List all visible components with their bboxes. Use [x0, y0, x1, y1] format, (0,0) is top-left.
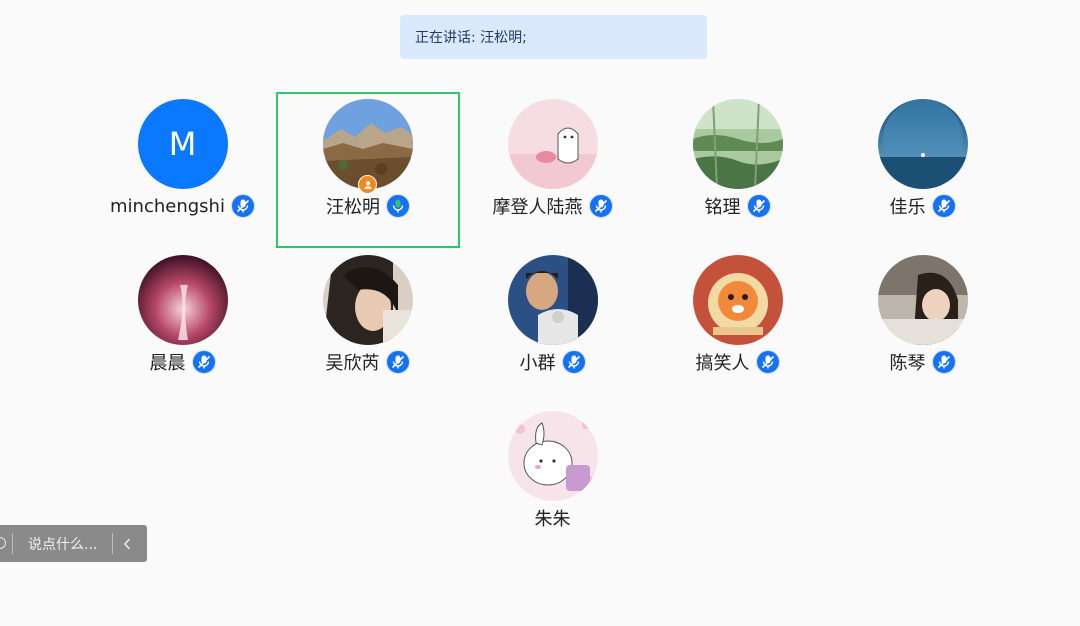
muted-mic-icon[interactable]	[931, 350, 956, 374]
muted-mic-icon[interactable]	[755, 350, 780, 374]
pink-glow-avatar	[137, 255, 228, 345]
participant-name: minchengshi	[110, 195, 225, 217]
muted-mic-icon[interactable]	[588, 194, 613, 218]
participant-tile[interactable]: 佳乐	[830, 92, 1015, 242]
participant-tile[interactable]: M minchengshi	[90, 92, 275, 242]
participant-tile[interactable]: 铭理	[645, 92, 830, 242]
muted-mic-icon[interactable]	[931, 194, 956, 218]
portrait-photo-avatar	[322, 255, 413, 345]
divider	[12, 533, 13, 554]
planet-sky-avatar	[877, 99, 968, 189]
speaking-label: 正在讲话:	[415, 30, 476, 46]
participant-tile[interactable]: 陈琴	[830, 248, 1015, 398]
muted-mic-icon[interactable]	[561, 350, 586, 374]
tiger-cartoon-avatar	[692, 255, 783, 345]
participant-name: 汪松明	[326, 197, 380, 218]
muted-mic-icon[interactable]	[191, 350, 216, 374]
divider	[112, 533, 113, 554]
muted-mic-icon[interactable]	[746, 194, 771, 218]
participant-name: 佳乐	[889, 197, 926, 218]
chat-input-bar[interactable]: 说点什么...	[0, 525, 147, 562]
participant-name: 搞笑人	[695, 353, 750, 374]
active-mic-icon[interactable]	[386, 194, 410, 218]
participant-tile[interactable]: 晨晨	[90, 248, 275, 398]
muted-mic-icon[interactable]	[230, 194, 255, 218]
participant-tile[interactable]: 朱朱	[460, 404, 645, 554]
participant-tile[interactable]: 小群	[460, 248, 645, 398]
host-badge-icon	[358, 175, 377, 194]
participant-tile-active[interactable]: 汪松明	[276, 92, 460, 248]
man-with-dog-avatar	[507, 255, 598, 345]
speaking-name: 汪松明;	[480, 30, 527, 46]
letter-avatar: M	[137, 99, 228, 189]
participant-tile[interactable]: 摩登人陆燕	[460, 92, 645, 242]
chevron-left-icon[interactable]	[120, 535, 134, 552]
girl-photo-avatar	[877, 255, 968, 345]
participant-name: 摩登人陆燕	[492, 197, 583, 218]
cartoon-penguin-avatar	[507, 99, 598, 189]
bunny-cartoon-avatar	[507, 411, 598, 501]
meeting-stage: 正在讲话: 汪松明; M minchengshi 汪松明 摩登人陆燕 铭理 佳乐…	[0, 0, 1080, 626]
speaking-banner: 正在讲话: 汪松明;	[400, 15, 707, 59]
participant-name: 朱朱	[534, 509, 571, 530]
participant-name: 铭理	[704, 197, 741, 218]
participant-tile[interactable]: 搞笑人	[645, 248, 830, 398]
participant-name: 小群	[519, 353, 556, 374]
muted-mic-icon[interactable]	[385, 350, 410, 374]
participant-name: 吴欣芮	[325, 353, 380, 374]
emoji-icon[interactable]	[0, 537, 6, 549]
participant-name: 晨晨	[149, 353, 186, 374]
participant-tile[interactable]: 吴欣芮	[275, 248, 460, 398]
green-forest-avatar	[692, 99, 783, 189]
participant-name: 陈琴	[889, 353, 926, 374]
chat-input-placeholder[interactable]: 说点什么...	[28, 525, 97, 562]
